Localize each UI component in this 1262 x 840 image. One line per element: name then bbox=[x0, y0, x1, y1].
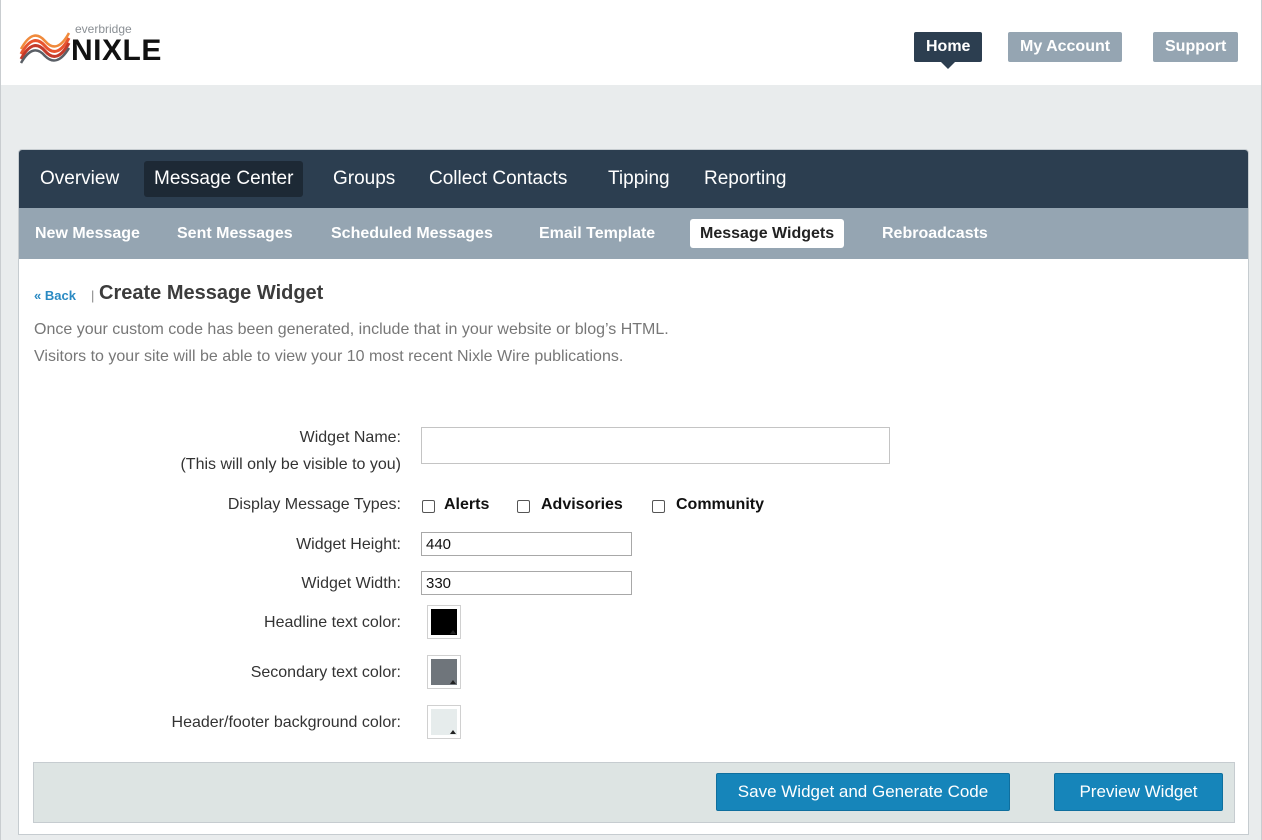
subnav-scheduled-messages[interactable]: Scheduled Messages bbox=[321, 219, 503, 248]
caret-up-icon bbox=[450, 680, 456, 684]
subnav-rebroadcasts[interactable]: Rebroadcasts bbox=[872, 219, 998, 248]
subnav-email-template[interactable]: Email Template bbox=[529, 219, 665, 248]
widget-width-label: Widget Width: bbox=[301, 575, 401, 592]
caret-up-icon bbox=[450, 730, 456, 734]
site-header: everbridge NIXLE Home My Account Support bbox=[1, 0, 1261, 85]
logo-big-text: NIXLE bbox=[71, 34, 162, 67]
main-nav: Overview Message Center Groups Collect C… bbox=[19, 150, 1248, 208]
nav-tipping[interactable]: Tipping bbox=[598, 161, 680, 197]
nixle-waves-icon bbox=[19, 32, 71, 64]
widget-name-hint: (This will only be visible to you) bbox=[180, 456, 401, 473]
subnav-new-message[interactable]: New Message bbox=[25, 219, 150, 248]
save-widget-button[interactable]: Save Widget and Generate Code bbox=[716, 773, 1010, 811]
caret-up-icon bbox=[450, 630, 456, 634]
page-title: Create Message Widget bbox=[99, 282, 324, 304]
subnav-sent-messages[interactable]: Sent Messages bbox=[167, 219, 303, 248]
my-account-button[interactable]: My Account bbox=[1008, 32, 1123, 62]
message-types-label: Display Message Types: bbox=[227, 496, 401, 513]
community-checkbox[interactable] bbox=[652, 500, 665, 513]
headline-color-label: Headline text color: bbox=[264, 614, 401, 631]
header-footer-color-label: Header/footer background color: bbox=[171, 714, 401, 731]
widget-height-input[interactable] bbox=[421, 532, 632, 556]
page-description-line-2: Visitors to your site will be able to vi… bbox=[34, 348, 624, 365]
nav-groups[interactable]: Groups bbox=[323, 161, 405, 197]
alerts-label: Alerts bbox=[444, 496, 490, 513]
secondary-color-picker[interactable] bbox=[427, 655, 461, 689]
nav-message-center[interactable]: Message Center bbox=[144, 161, 304, 197]
community-label: Community bbox=[676, 496, 764, 513]
widget-name-input[interactable] bbox=[421, 427, 890, 464]
form-footer: Save Widget and Generate Code Preview Wi… bbox=[33, 762, 1235, 823]
nav-reporting[interactable]: Reporting bbox=[694, 161, 796, 197]
advisories-label: Advisories bbox=[541, 496, 623, 513]
page-description-line-1: Once your custom code has been generated… bbox=[34, 321, 669, 338]
preview-widget-button[interactable]: Preview Widget bbox=[1054, 773, 1223, 811]
header-footer-color-picker[interactable] bbox=[427, 705, 461, 739]
subnav-message-widgets[interactable]: Message Widgets bbox=[690, 219, 845, 248]
home-button[interactable]: Home bbox=[914, 32, 983, 69]
alerts-checkbox[interactable] bbox=[422, 500, 435, 513]
support-button[interactable]: Support bbox=[1153, 32, 1239, 62]
back-link[interactable]: « Back bbox=[34, 288, 76, 303]
headline-color-picker[interactable] bbox=[427, 605, 461, 639]
widget-width-input[interactable] bbox=[421, 571, 632, 595]
main-panel: Overview Message Center Groups Collect C… bbox=[18, 149, 1249, 835]
nav-overview[interactable]: Overview bbox=[30, 161, 129, 197]
widget-height-label: Widget Height: bbox=[296, 536, 401, 553]
sub-nav: New Message Sent Messages Scheduled Mess… bbox=[19, 208, 1248, 259]
secondary-color-label: Secondary text color: bbox=[250, 664, 401, 681]
breadcrumb-separator: | bbox=[91, 288, 95, 303]
advisories-checkbox[interactable] bbox=[517, 500, 530, 513]
nav-collect-contacts[interactable]: Collect Contacts bbox=[419, 161, 577, 197]
nixle-logo[interactable]: everbridge NIXLE bbox=[19, 20, 189, 72]
widget-name-label: Widget Name: bbox=[299, 429, 401, 446]
